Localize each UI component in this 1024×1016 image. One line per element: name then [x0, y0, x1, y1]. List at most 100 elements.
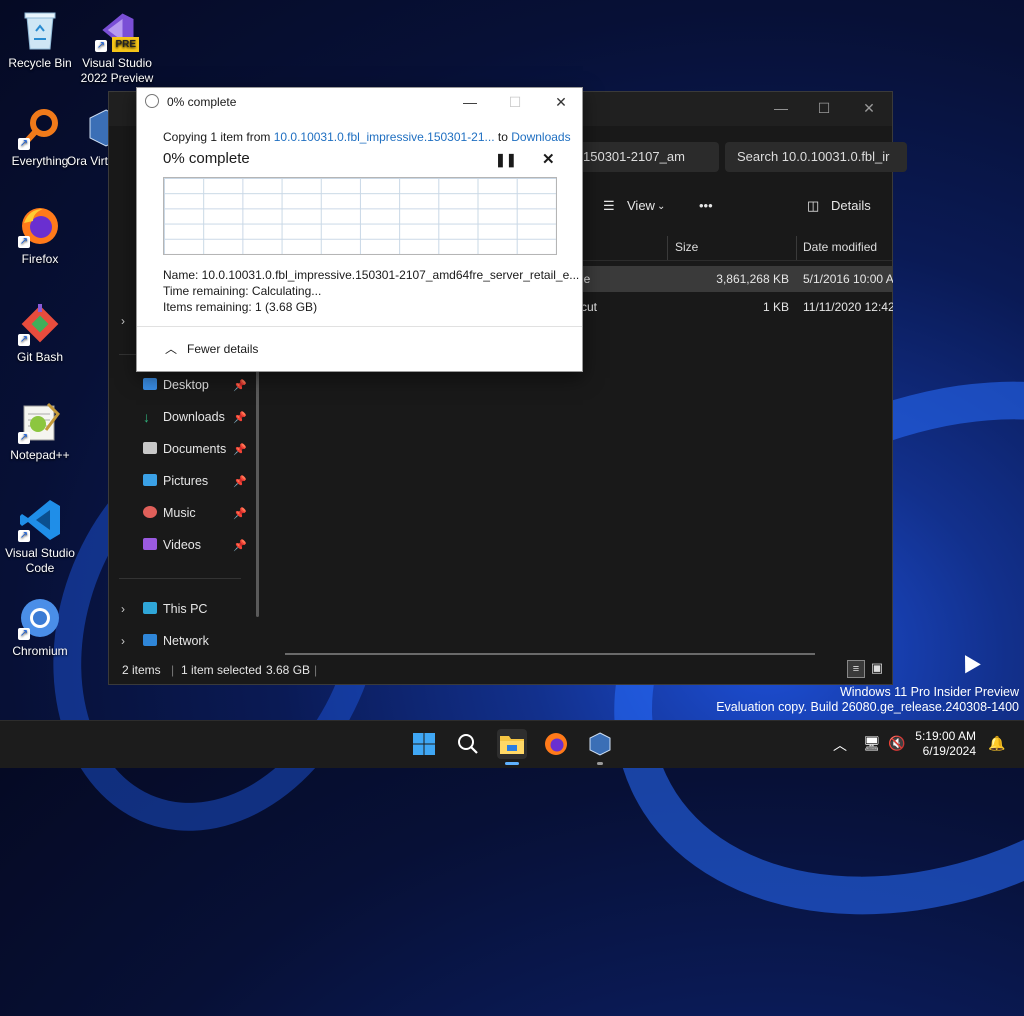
details-view-icon[interactable]: ≡ — [847, 660, 865, 678]
desktop-icon-git-bash[interactable]: ↗ Git Bash — [0, 302, 80, 365]
desktop-icon-firefox[interactable]: ↗ Firefox — [0, 204, 80, 267]
desktop-icon-visual-studio-2022-preview[interactable]: PRE ↗ Visual Studio 2022 Preview — [77, 8, 157, 86]
desktop-icon-recycle-bin[interactable]: Recycle Bin — [0, 8, 80, 71]
start-button[interactable] — [409, 729, 439, 759]
running-indicator — [597, 762, 603, 765]
sidebar-item-label: Downloads — [163, 410, 225, 424]
sidebar-item-music[interactable]: Music — [143, 502, 196, 524]
chevron-right-icon[interactable]: › — [121, 634, 125, 648]
copy-progress-dialog: 0% complete — ☐ ✕ Copying 1 item from 10… — [136, 87, 583, 372]
pause-icon[interactable]: ❚❚ — [495, 152, 517, 168]
search-button[interactable] — [453, 729, 483, 759]
sidebar-item-label: Pictures — [163, 474, 209, 488]
search-input[interactable]: Search 10.0.10031.0.fbl_ir — [725, 142, 907, 172]
sidebar-item-desktop[interactable]: Desktop — [143, 374, 209, 396]
sidebar-item-documents[interactable]: Documents — [143, 438, 226, 460]
shortcut-arrow-icon: ↗ — [95, 40, 107, 52]
large-icons-view-icon[interactable]: ▣ — [869, 660, 885, 676]
view-button[interactable]: View — [627, 198, 655, 213]
transfer-speed-graph — [163, 177, 557, 255]
destination-link[interactable]: Downloads — [511, 130, 570, 144]
pin-icon[interactable]: 📌 — [233, 379, 247, 392]
chevron-right-icon[interactable]: › — [121, 602, 125, 616]
search-icon — [458, 734, 478, 754]
sidebar-item-videos[interactable]: Videos — [143, 534, 201, 556]
maximize-icon[interactable]: ☐ — [812, 98, 836, 118]
taskbar-clock[interactable]: 5:19:00 AM 6/19/2024 — [908, 729, 976, 759]
desktop-icon-label: Chromium — [12, 644, 68, 658]
chevron-up-icon[interactable]: ︿ — [833, 735, 847, 755]
firefox-icon: ↗ — [18, 204, 62, 248]
watermark-line-2: Evaluation copy. Build 26080.ge_release.… — [716, 700, 1019, 714]
desktop-icon-notepad-plus-plus[interactable]: ↗ Notepad++ — [0, 400, 80, 463]
copy-to: to — [494, 130, 512, 144]
copy-prefix: Copying 1 item from — [163, 130, 274, 144]
sidebar-item-label: Documents — [163, 442, 227, 456]
watermark-line-1: Windows 11 Pro Insider Preview — [839, 685, 1019, 699]
source-link[interactable]: 10.0.10031.0.fbl_impressive.150301-21... — [274, 130, 495, 144]
desktop-icon-label: Visual Studio 2022 Preview — [80, 56, 154, 85]
pin-icon[interactable]: 📌 — [233, 507, 247, 520]
chevron-up-icon[interactable]: ︿ — [165, 340, 177, 357]
git-bash-icon: ↗ — [18, 302, 62, 346]
sidebar-item-label: Network — [163, 634, 209, 648]
active-indicator — [505, 762, 519, 765]
close-icon[interactable]: ✕ — [857, 98, 881, 118]
videos-icon — [143, 538, 157, 550]
column-header-date-modified[interactable]: Date modified — [803, 240, 877, 254]
clock-time: 5:19:00 AM — [915, 729, 976, 743]
pin-icon[interactable]: 📌 — [233, 539, 247, 552]
sidebar-item-label: Music — [163, 506, 196, 520]
taskbar-firefox[interactable] — [541, 729, 571, 759]
sidebar-item-downloads[interactable]: ↓ Downloads — [143, 406, 225, 428]
address-bar[interactable]: 150301-2107_am — [579, 142, 719, 172]
details-button[interactable]: Details — [831, 198, 871, 213]
fewer-details-button[interactable]: Fewer details — [187, 342, 258, 356]
desktop-icon-vscode[interactable]: ↗ Visual Studio Code — [0, 498, 80, 576]
sidebar-item-this-pc[interactable]: This PC — [143, 598, 207, 620]
more-options-button[interactable]: ••• — [699, 198, 713, 213]
notification-bell-icon[interactable]: 🔔 — [988, 735, 1005, 752]
cancel-copy-icon[interactable]: ✕ — [542, 150, 555, 168]
desktop-icon-label: Firefox — [21, 252, 59, 266]
horizontal-scrollbar[interactable] — [285, 653, 815, 655]
view-icon: ☰ — [603, 198, 615, 213]
shortcut-arrow-icon: ↗ — [18, 334, 30, 346]
download-arrow-icon: ↓ — [143, 409, 150, 425]
sidebar-item-label: Desktop — [163, 378, 209, 392]
file-date-cell: 11/11/2020 12:42 — [803, 300, 893, 314]
desktop-folder-icon — [143, 378, 157, 390]
network-icon — [143, 634, 157, 646]
sidebar-item-network[interactable]: Network — [143, 630, 209, 652]
file-date-cell: 5/1/2016 10:00 AM — [803, 272, 893, 286]
shortcut-arrow-icon: ↗ — [18, 236, 30, 248]
shortcut-arrow-icon: ↗ — [18, 530, 30, 542]
music-icon — [143, 506, 157, 518]
desktop-icon-label: Notepad++ — [10, 448, 70, 462]
desktop-icon-oracle-virtualbox[interactable]: Ora Virt — [62, 106, 108, 169]
sidebar-item-pictures[interactable]: Pictures — [143, 470, 208, 492]
shortcut-arrow-icon: ↗ — [18, 138, 30, 150]
pin-icon[interactable]: 📌 — [233, 411, 247, 424]
minimize-icon[interactable]: — — [769, 98, 793, 118]
file-name-line: Name: 10.0.10031.0.fbl_impressive.150301… — [163, 268, 580, 282]
details-pane-icon: ◫ — [807, 198, 820, 213]
desktop-icon-chromium[interactable]: ↗ Chromium — [0, 596, 80, 659]
pin-icon[interactable]: 📌 — [233, 443, 247, 456]
recycle-bin-icon — [18, 8, 62, 52]
volume-muted-icon[interactable]: 🔇 — [888, 735, 905, 752]
mouse-cursor — [957, 650, 981, 674]
taskbar-file-explorer[interactable] — [497, 729, 527, 765]
pin-icon[interactable]: 📌 — [233, 475, 247, 488]
document-icon — [143, 442, 157, 454]
column-header-size[interactable]: Size — [675, 240, 698, 254]
visual-studio-icon: PRE ↗ — [95, 8, 139, 52]
file-size-cell: 3,861,268 KB — [716, 272, 789, 286]
close-icon[interactable]: ✕ — [548, 91, 574, 113]
minimize-icon[interactable]: — — [457, 91, 483, 113]
folder-icon — [500, 736, 524, 754]
chevron-down-icon: ⌄ — [657, 201, 666, 212]
network-status-icon[interactable]: 🖥 — [863, 735, 881, 752]
chevron-right-icon[interactable]: › — [121, 314, 125, 328]
taskbar-virtualbox[interactable] — [585, 729, 615, 765]
